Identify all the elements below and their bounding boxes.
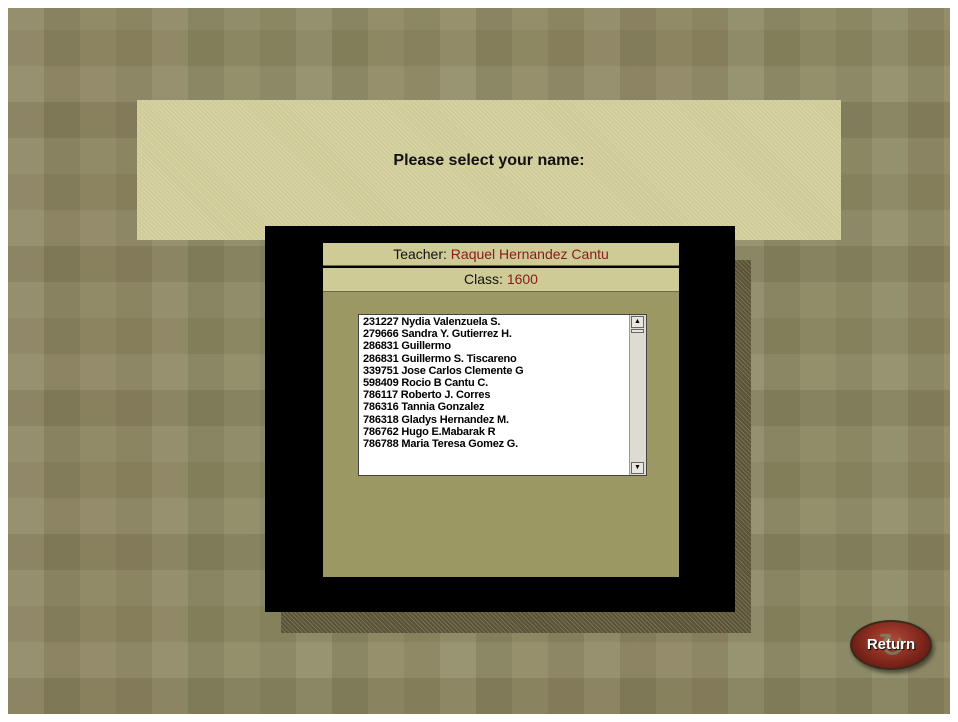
teacher-label: Teacher: <box>393 246 447 262</box>
scroll-down-icon[interactable]: ▼ <box>631 462 644 474</box>
prompt-banner: Please select your name: <box>137 100 841 240</box>
class-value: 1600 <box>506 271 538 287</box>
list-item[interactable]: 339751 Jose Carlos Clemente G <box>363 365 629 377</box>
content-area: 231227 Nydia Valenzuela S. 279666 Sandra… <box>323 292 679 577</box>
background-stage: Please select your name: Teacher: Raquel… <box>8 8 950 714</box>
list-item[interactable]: 786788 Maria Teresa Gomez G. <box>363 438 629 450</box>
list-item[interactable]: 279666 Sandra Y. Gutierrez H. <box>363 328 629 340</box>
list-item[interactable]: 786316 Tannia Gonzalez <box>363 401 629 413</box>
student-listbox[interactable]: 231227 Nydia Valenzuela S. 279666 Sandra… <box>358 314 647 476</box>
list-item[interactable]: 786318 Gladys Hernandez M. <box>363 414 629 426</box>
selection-panel: Teacher: Raquel Hernandez Cantu Class: 1… <box>265 226 735 612</box>
prompt-text: Please select your name: <box>393 152 585 169</box>
list-item[interactable]: 598409 Rocio B Cantu C. <box>363 377 629 389</box>
teacher-name: Raquel Hernandez Cantu <box>450 246 609 262</box>
list-item[interactable]: 286831 Guillermo S. Tiscareno <box>363 353 629 365</box>
scroll-thumb[interactable] <box>631 329 644 333</box>
student-list: 231227 Nydia Valenzuela S. 279666 Sandra… <box>359 315 629 475</box>
return-label: Return <box>866 636 916 653</box>
list-scrollbar[interactable]: ▲ ▼ <box>629 315 646 475</box>
return-button[interactable]: ↻ Return <box>850 620 932 670</box>
list-item[interactable]: 786762 Hugo E.Mabarak R <box>363 426 629 438</box>
class-label: Class: <box>464 271 503 287</box>
teacher-bar: Teacher: Raquel Hernandez Cantu <box>323 243 679 266</box>
list-item[interactable]: 786117 Roberto J. Corres <box>363 389 629 401</box>
list-item[interactable]: 231227 Nydia Valenzuela S. <box>363 316 629 328</box>
class-bar: Class: 1600 <box>323 268 679 292</box>
list-item[interactable]: 286831 Guillermo <box>363 340 629 352</box>
scroll-up-icon[interactable]: ▲ <box>631 316 644 328</box>
